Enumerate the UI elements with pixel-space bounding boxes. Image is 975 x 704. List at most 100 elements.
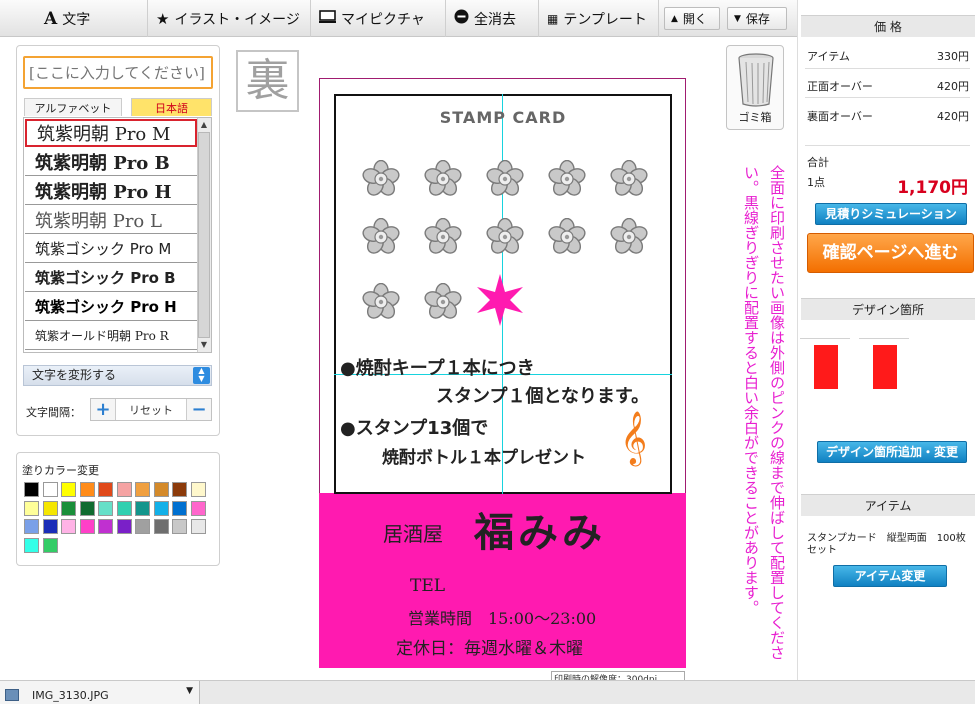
color-swatch[interactable]	[116, 519, 132, 534]
color-swatch[interactable]	[61, 519, 76, 534]
color-swatch[interactable]	[98, 519, 113, 534]
spacing-minus-button[interactable]: −	[187, 399, 211, 420]
color-swatch[interactable]	[42, 500, 58, 516]
color-swatch[interactable]	[24, 500, 39, 516]
color-swatch[interactable]	[135, 482, 150, 497]
text-input[interactable]	[23, 56, 213, 89]
color-swatch[interactable]	[42, 537, 58, 553]
tab-japanese[interactable]: 日本語	[131, 98, 212, 116]
color-swatch[interactable]	[153, 500, 169, 516]
shop-name[interactable]: 福みみ	[474, 500, 606, 558]
mypicture-button[interactable]: マイピクチャ	[311, 0, 446, 37]
transform-select[interactable]: 文字を変形する ▲ ▼	[23, 365, 212, 386]
clear-all-button[interactable]: 全消去	[446, 0, 539, 37]
template-button[interactable]: ▦ テンプレート	[539, 0, 659, 37]
flower-stamp-icon[interactable]	[424, 159, 462, 198]
illust-tool-label: イラスト・イメージ	[174, 11, 300, 28]
card-hours[interactable]: 営業時間 15:00～23:00	[408, 605, 596, 629]
font-list-scrollbar[interactable]: ▲ ▼	[197, 118, 211, 352]
color-swatch[interactable]	[61, 500, 76, 516]
divider	[805, 97, 970, 98]
flower-stamp-icon[interactable]	[362, 217, 400, 256]
design-area-back[interactable]	[859, 338, 909, 390]
card-line-4[interactable]: 焼酎ボトル１本プレゼント	[382, 443, 586, 468]
save-button[interactable]: ▼ 保存	[727, 7, 787, 30]
color-swatch[interactable]	[24, 537, 39, 553]
color-swatch[interactable]	[98, 482, 113, 497]
shop-prefix[interactable]: 居酒屋	[383, 518, 443, 547]
font-item[interactable]: 筑紫明朝 Pro B	[25, 148, 197, 176]
tab-alphabet[interactable]: アルファベット	[24, 98, 122, 116]
font-item[interactable]: 筑紫オールド明朝 Pro R	[25, 322, 197, 350]
estimate-button[interactable]: 見積りシミュレーション	[815, 203, 967, 225]
price-row-value: 330円	[937, 50, 969, 63]
flower-stamp-icon[interactable]	[548, 217, 586, 256]
scroll-thumb[interactable]	[198, 132, 210, 338]
color-swatch[interactable]	[116, 500, 132, 516]
color-swatch[interactable]	[190, 482, 206, 497]
item-change-button[interactable]: アイテム変更	[833, 565, 947, 587]
color-swatch[interactable]	[98, 500, 113, 516]
color-swatch[interactable]	[172, 500, 187, 516]
color-swatch[interactable]	[153, 482, 169, 497]
star-stamp-icon[interactable]	[473, 273, 527, 327]
color-swatch[interactable]	[116, 482, 132, 497]
back-side-badge[interactable]: 裏	[236, 50, 299, 112]
font-item[interactable]: 筑紫明朝 Pro H	[25, 177, 197, 205]
flower-stamp-icon[interactable]	[610, 159, 648, 198]
flower-stamp-icon[interactable]	[548, 159, 586, 198]
design-area-front[interactable]	[800, 338, 850, 390]
color-swatch[interactable]	[79, 519, 95, 534]
flower-stamp-icon[interactable]	[362, 282, 400, 321]
flower-stamp-icon[interactable]	[486, 217, 524, 256]
font-item[interactable]: 筑紫ゴシック Pro M	[25, 235, 197, 263]
flower-stamp-icon[interactable]	[610, 217, 648, 256]
card-line-2[interactable]: スタンプ１個となります。	[436, 382, 649, 408]
illust-tool-button[interactable]: ★ イラスト・イメージ	[148, 0, 311, 37]
color-swatch[interactable]	[61, 482, 76, 497]
color-swatch[interactable]	[172, 482, 187, 497]
color-swatch[interactable]	[79, 482, 95, 497]
trash-button[interactable]: ゴミ箱	[726, 45, 784, 130]
chevron-down-icon[interactable]: ▼	[186, 686, 193, 696]
text-tool-button[interactable]: A 文字	[36, 0, 148, 37]
color-swatch[interactable]	[42, 482, 58, 497]
spacing-plus-button[interactable]: +	[91, 399, 115, 420]
font-item[interactable]: 筑紫明朝 Pro M	[25, 119, 197, 147]
color-swatch[interactable]	[172, 519, 187, 534]
card-title[interactable]: STAMP CARD	[334, 108, 672, 127]
open-button[interactable]: ▲ 開く	[664, 7, 720, 30]
music-clef-icon[interactable]: 𝄞	[620, 410, 647, 466]
color-swatch[interactable]	[79, 500, 95, 516]
flower-stamp-icon[interactable]	[424, 217, 462, 256]
card-holiday[interactable]: 定休日：毎週水曜＆木曜	[396, 634, 583, 659]
flower-stamp-icon[interactable]	[362, 159, 400, 198]
spacing-reset-button[interactable]: リセット	[115, 399, 187, 420]
color-swatch[interactable]	[190, 500, 206, 516]
card-line-3[interactable]: ●スタンプ13個で	[340, 414, 488, 440]
plus-icon: +	[95, 399, 111, 420]
card-line-1[interactable]: ●焼酎キープ１本につき	[340, 354, 535, 380]
color-swatch[interactable]	[153, 519, 169, 534]
item-heading: アイテム	[801, 494, 975, 516]
grid-icon: ▦	[547, 11, 559, 26]
estimate-button-label: 見積りシミュレーション	[825, 207, 957, 221]
color-swatch[interactable]	[42, 519, 58, 534]
color-swatch[interactable]	[135, 500, 150, 516]
color-swatch[interactable]	[190, 519, 206, 534]
confirm-page-button[interactable]: 確認ページへ進む	[807, 233, 974, 273]
scroll-down-icon[interactable]: ▼	[198, 339, 210, 351]
design-area-add-button[interactable]: デザイン箇所追加・変更	[817, 441, 967, 463]
font-item[interactable]: 筑紫明朝 Pro L	[25, 206, 197, 234]
flower-stamp-icon[interactable]	[486, 159, 524, 198]
color-swatch[interactable]	[135, 519, 150, 534]
scroll-up-icon[interactable]: ▲	[198, 119, 210, 131]
font-item[interactable]: 筑紫ゴシック Pro H	[25, 293, 197, 321]
color-swatch[interactable]	[24, 519, 39, 534]
flower-stamp-icon[interactable]	[424, 282, 462, 321]
card-tel[interactable]: TEL	[410, 576, 445, 596]
download-item[interactable]: IMG_3130.JPG ▼	[0, 681, 200, 704]
font-item[interactable]: 筑紫ゴシック Pro B	[25, 264, 197, 292]
chevron-updown-icon: ▲ ▼	[193, 367, 210, 384]
color-swatch[interactable]	[24, 482, 39, 497]
